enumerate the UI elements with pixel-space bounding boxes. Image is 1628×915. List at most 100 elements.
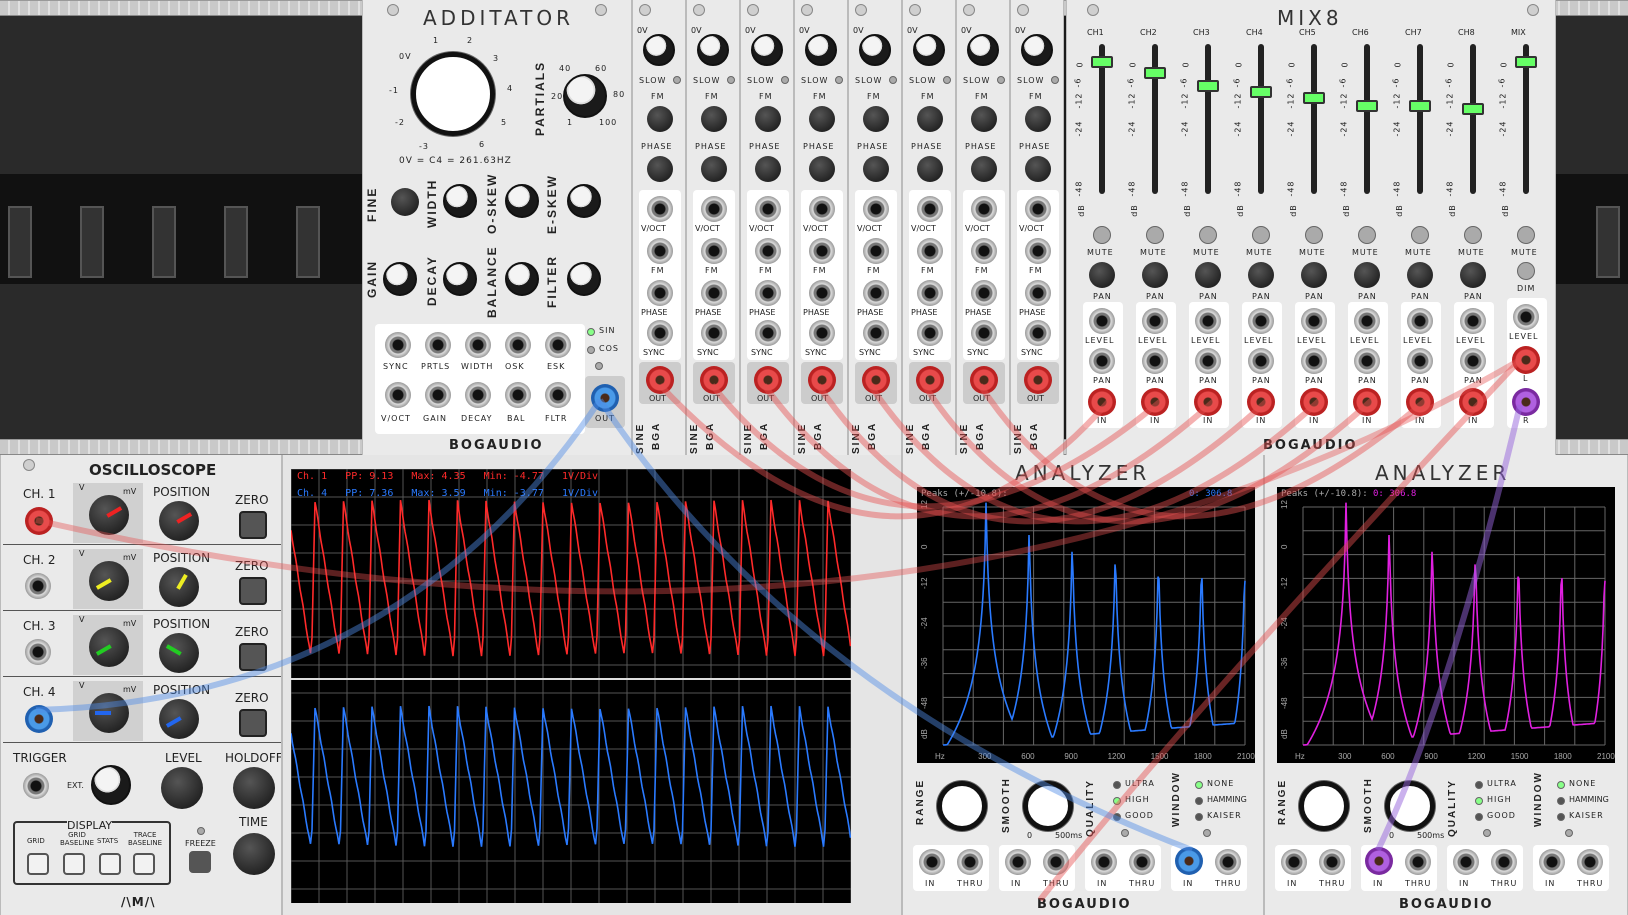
level-cv-jack[interactable] (1248, 308, 1274, 334)
channel-in-jack[interactable] (1247, 388, 1275, 416)
frequency-knob[interactable] (411, 52, 495, 136)
voct-jack[interactable] (863, 196, 889, 222)
level-fader[interactable] (1091, 56, 1113, 68)
phase-jack[interactable] (755, 280, 781, 306)
phase-jack[interactable] (647, 280, 673, 306)
phase-jack[interactable] (863, 280, 889, 306)
scale-knob[interactable] (89, 495, 129, 535)
sync-jack[interactable] (971, 320, 997, 346)
in-jack-1[interactable] (919, 849, 945, 875)
mute-button[interactable] (1199, 226, 1217, 244)
output-jack[interactable] (970, 366, 998, 394)
channel-input-jack[interactable] (25, 639, 51, 665)
voct-jack[interactable] (971, 196, 997, 222)
channel-in-jack[interactable] (1141, 388, 1169, 416)
thru-jack-2[interactable] (1043, 849, 1069, 875)
output-jack[interactable] (754, 366, 782, 394)
scale-knob[interactable] (89, 561, 129, 601)
fm-jack[interactable] (647, 238, 673, 264)
eskew-cv-jack[interactable] (545, 332, 571, 358)
mute-button[interactable] (1517, 226, 1535, 244)
channel-input-jack[interactable] (25, 507, 53, 535)
output-jack[interactable] (916, 366, 944, 394)
range-knob[interactable] (937, 781, 987, 831)
trigger-jack[interactable] (23, 773, 49, 799)
frequency-knob[interactable] (1021, 34, 1053, 66)
sync-jack[interactable] (755, 320, 781, 346)
pan-knob[interactable] (1089, 262, 1115, 288)
level-cv-jack[interactable] (1142, 308, 1168, 334)
right-out-jack[interactable] (1512, 388, 1540, 416)
channel-in-jack[interactable] (1194, 388, 1222, 416)
frequency-knob[interactable] (967, 34, 999, 66)
output-jack[interactable] (700, 366, 728, 394)
in-jack-4[interactable] (1539, 849, 1565, 875)
frequency-knob[interactable] (643, 34, 675, 66)
level-fader[interactable] (1409, 99, 1431, 112)
in-jack-3[interactable] (1091, 849, 1117, 875)
fm-jack[interactable] (755, 238, 781, 264)
voct-jack[interactable] (917, 196, 943, 222)
stats-button[interactable] (99, 853, 121, 875)
pan-knob[interactable] (1248, 262, 1274, 288)
fm-knob[interactable] (863, 106, 889, 132)
zero-button[interactable] (239, 709, 267, 737)
scale-knob[interactable] (89, 693, 129, 733)
width-knob[interactable] (443, 184, 477, 218)
voct-jack[interactable] (1025, 196, 1051, 222)
decay-cv-jack[interactable] (465, 382, 491, 408)
level-cv-jack[interactable] (1301, 308, 1327, 334)
output-jack[interactable] (646, 366, 674, 394)
thru-jack-4[interactable] (1215, 849, 1241, 875)
voct-cv-jack[interactable] (385, 382, 411, 408)
sync-cv-jack[interactable] (385, 332, 411, 358)
balance-knob[interactable] (505, 262, 539, 296)
position-knob[interactable] (159, 699, 199, 739)
level-fader[interactable] (1197, 80, 1219, 92)
pan-knob[interactable] (1460, 262, 1486, 288)
trigger-knob[interactable] (91, 765, 131, 805)
phase-knob[interactable] (809, 156, 835, 182)
smooth-knob[interactable] (1385, 781, 1435, 831)
zero-button[interactable] (239, 643, 267, 671)
sync-jack[interactable] (863, 320, 889, 346)
pan-knob[interactable] (1301, 262, 1327, 288)
channel-input-jack[interactable] (25, 573, 51, 599)
phase-knob[interactable] (701, 156, 727, 182)
frequency-knob[interactable] (751, 34, 783, 66)
output-jack[interactable] (591, 384, 619, 412)
trace-baseline-button[interactable] (133, 853, 155, 875)
time-knob[interactable] (233, 833, 275, 875)
in-jack-3[interactable] (1453, 849, 1479, 875)
pan-cv-jack[interactable] (1354, 348, 1380, 374)
pan-knob[interactable] (1142, 262, 1168, 288)
fm-knob[interactable] (701, 106, 727, 132)
position-knob[interactable] (159, 633, 199, 673)
mute-button[interactable] (1252, 226, 1270, 244)
in-jack-1[interactable] (1281, 849, 1307, 875)
slow-button[interactable] (997, 76, 1005, 84)
level-fader[interactable] (1250, 86, 1272, 98)
fine-knob[interactable] (391, 188, 419, 216)
dim-button[interactable] (1517, 262, 1535, 280)
mix-level-cv-jack[interactable] (1513, 304, 1539, 330)
mode-button[interactable] (595, 362, 603, 370)
in-jack-4[interactable] (1175, 847, 1203, 875)
o-skew-knob[interactable] (505, 184, 539, 218)
sync-jack[interactable] (1025, 320, 1051, 346)
slow-button[interactable] (1051, 76, 1059, 84)
level-fader[interactable] (1515, 56, 1537, 68)
sync-jack[interactable] (917, 320, 943, 346)
fm-knob[interactable] (1025, 106, 1051, 132)
channel-in-jack[interactable] (1300, 388, 1328, 416)
voct-jack[interactable] (755, 196, 781, 222)
phase-knob[interactable] (1025, 156, 1051, 182)
pan-cv-jack[interactable] (1301, 348, 1327, 374)
phase-knob[interactable] (971, 156, 997, 182)
scale-knob[interactable] (89, 627, 129, 667)
level-cv-jack[interactable] (1089, 308, 1115, 334)
fm-knob[interactable] (647, 106, 673, 132)
phase-knob[interactable] (647, 156, 673, 182)
mute-button[interactable] (1411, 226, 1429, 244)
partials-cv-jack[interactable] (425, 332, 451, 358)
